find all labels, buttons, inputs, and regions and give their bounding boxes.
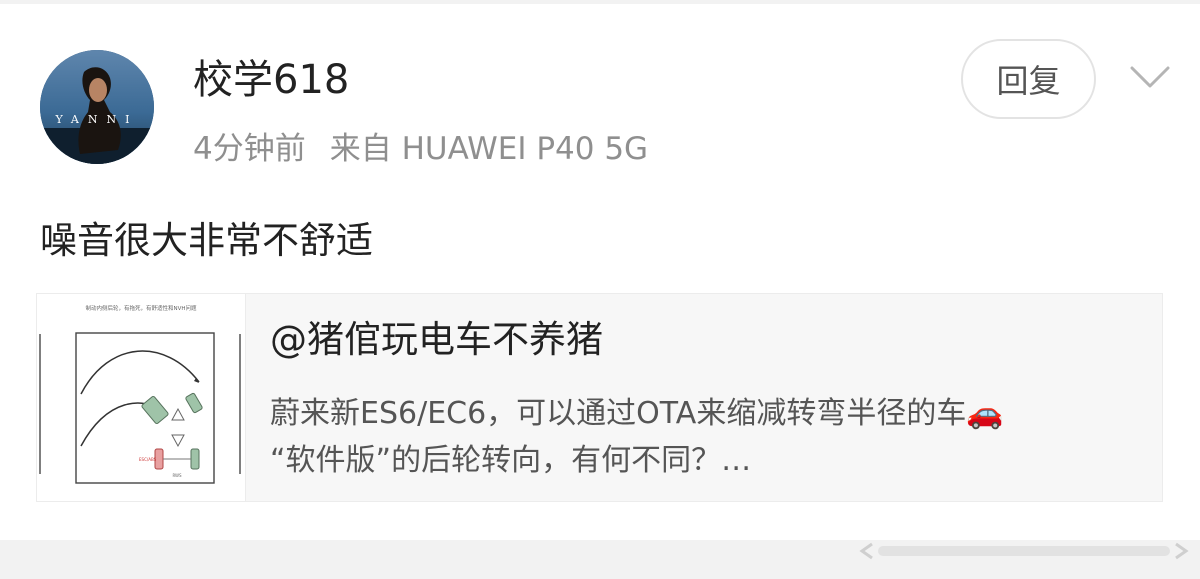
avatar[interactable]: YANNI	[40, 50, 154, 164]
repost-thumbnail[interactable]: 制动内侧后轮，有拖死，有舒适性和NVH问题 ESC/ABS RWS	[37, 294, 246, 501]
post-meta: 4分钟前 来自 HUAWEI P40 5G	[193, 126, 648, 172]
repost-desc-line-1: 蔚来新ES6/EC6，可以通过OTA来缩减转弯半径的车🚗	[270, 396, 1004, 431]
chevron-down-icon[interactable]	[1126, 60, 1174, 94]
repost-author[interactable]: @猪倌玩电车不养猪	[270, 314, 603, 366]
scroll-indicator	[859, 542, 1189, 560]
repost-card[interactable]: 制动内侧后轮，有拖死，有舒适性和NVH问题 ESC/ABS RWS @猪倌玩电车…	[36, 293, 1163, 502]
repost-desc-line-2: “软件版”的后轮转向，有何不同？…	[270, 443, 752, 478]
steering-diagram-image: 制动内侧后轮，有拖死，有舒适性和NVH问题 ESC/ABS RWS	[37, 294, 245, 501]
top-divider	[0, 0, 1200, 4]
post-time: 4分钟前	[193, 131, 306, 167]
username[interactable]: 校学618	[193, 52, 349, 108]
reply-button[interactable]: 回复	[961, 39, 1096, 119]
post-source: 来自 HUAWEI P40 5G	[329, 131, 649, 167]
repost-description: 蔚来新ES6/EC6，可以通过OTA来缩减转弯半径的车🚗 “软件版”的后轮转向，…	[270, 390, 1150, 484]
svg-text:YANNI: YANNI	[55, 113, 139, 126]
post-text: 噪音很大非常不舒适	[40, 219, 373, 262]
svg-text:ESC/ABS: ESC/ABS	[139, 457, 157, 462]
avatar-image: YANNI	[40, 50, 154, 164]
svg-text:RWS: RWS	[172, 473, 182, 478]
svg-text:制动内侧后轮，有拖死，有舒适性和NVH问题: 制动内侧后轮，有拖死，有舒适性和NVH问题	[85, 304, 197, 312]
